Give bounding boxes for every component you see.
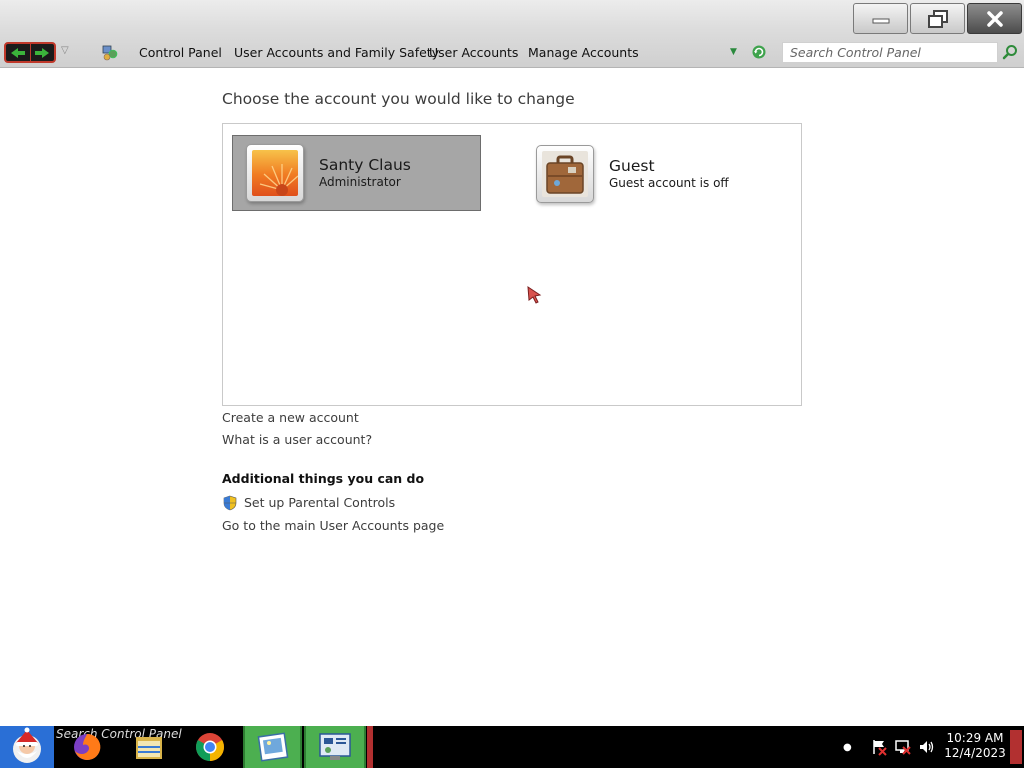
forward-arrow-icon [35,47,50,58]
title-bar: ▽ Control Panel User Accounts and Family… [0,0,1024,68]
account-name: Guest [609,157,655,175]
account-tile-santy-claus[interactable]: Santy Claus Administrator [232,135,481,211]
taskbar-photos[interactable] [243,726,302,768]
search-input[interactable]: Search Control Panel [782,42,998,63]
recent-pages-dropdown[interactable]: ▽ [61,45,69,56]
control-panel-window: ▽ Control Panel User Accounts and Family… [0,0,1024,768]
refresh-icon[interactable] [751,44,767,60]
parental-controls-link[interactable]: Set up Parental Controls [244,495,395,510]
account-type: Guest account is off [609,176,729,190]
shield-icon [223,495,237,511]
action-center-flag-icon[interactable] [870,738,888,756]
breadcrumb-user-accounts-family-safety[interactable]: User Accounts and Family Safety [234,45,439,60]
restore-button[interactable] [910,3,965,34]
what-is-user-account-link[interactable]: What is a user account? [222,432,372,447]
clock-date: 12/4/2023 [944,746,1006,760]
address-dropdown[interactable]: ▼ [730,47,737,57]
minimize-button[interactable] [853,3,908,34]
taskbar-file-explorer[interactable] [128,726,170,768]
minimize-icon [872,18,889,23]
start-button[interactable] [0,726,54,768]
close-button[interactable] [967,3,1022,34]
account-name: Santy Claus [319,156,411,174]
account-tile-guest[interactable]: Guest Guest account is off [534,142,774,206]
nav-arrows [4,42,56,63]
photo-viewer-icon [257,732,288,762]
additional-things-heading: Additional things you can do [222,471,425,486]
breadcrumb-manage-accounts[interactable]: Manage Accounts [528,45,639,60]
avatar [536,145,594,203]
suitcase-avatar-icon [542,151,588,197]
taskbar-chrome[interactable] [189,726,231,768]
show-desktop-button[interactable] [1010,730,1022,764]
close-icon [986,10,1003,27]
back-arrow-icon [10,47,25,58]
mouse-cursor-icon [527,286,542,304]
control-panel-taskbar-icon [319,733,351,760]
create-account-link[interactable]: Create a new account [222,410,359,425]
control-panel-icon [102,45,118,61]
breadcrumb-control-panel[interactable]: Control Panel [139,45,222,60]
firefox-icon [74,733,101,760]
accounts-panel: Santy Claus Administrator Guest Guest ac… [222,123,802,406]
system-tray: ● [843,726,936,768]
flower-avatar-icon [252,150,299,196]
santa-start-icon [13,727,41,763]
account-details: Santy Claus Administrator [319,156,411,190]
volume-icon[interactable] [918,738,936,756]
folder-icon [136,737,162,759]
taskbar-control-panel[interactable] [304,726,366,768]
restore-icon [927,9,948,28]
page-title: Choose the account you would like to cha… [222,90,575,108]
tray-dot-icon: ● [843,741,852,753]
breadcrumb-user-accounts[interactable]: User Accounts [429,45,518,60]
account-details: Guest Guest account is off [609,157,729,191]
search-icon[interactable] [1002,44,1018,60]
chrome-icon [196,733,224,761]
taskbar-firefox[interactable] [66,726,108,768]
forward-button[interactable] [29,44,55,61]
account-type: Administrator [319,175,401,189]
network-icon[interactable] [894,738,912,756]
back-button[interactable] [6,44,30,61]
taskbar-separator [367,726,373,768]
avatar [246,144,304,202]
clock-time: 10:29 AM [946,731,1004,745]
window-controls [853,3,1022,34]
taskbar: Search Control Panel ● 10:29 AM 12/4/202… [0,726,1024,768]
taskbar-clock[interactable]: 10:29 AM 12/4/2023 [940,731,1010,761]
main-user-accounts-link[interactable]: Go to the main User Accounts page [222,518,444,533]
navigation-bar: ▽ Control Panel User Accounts and Family… [0,40,1024,66]
